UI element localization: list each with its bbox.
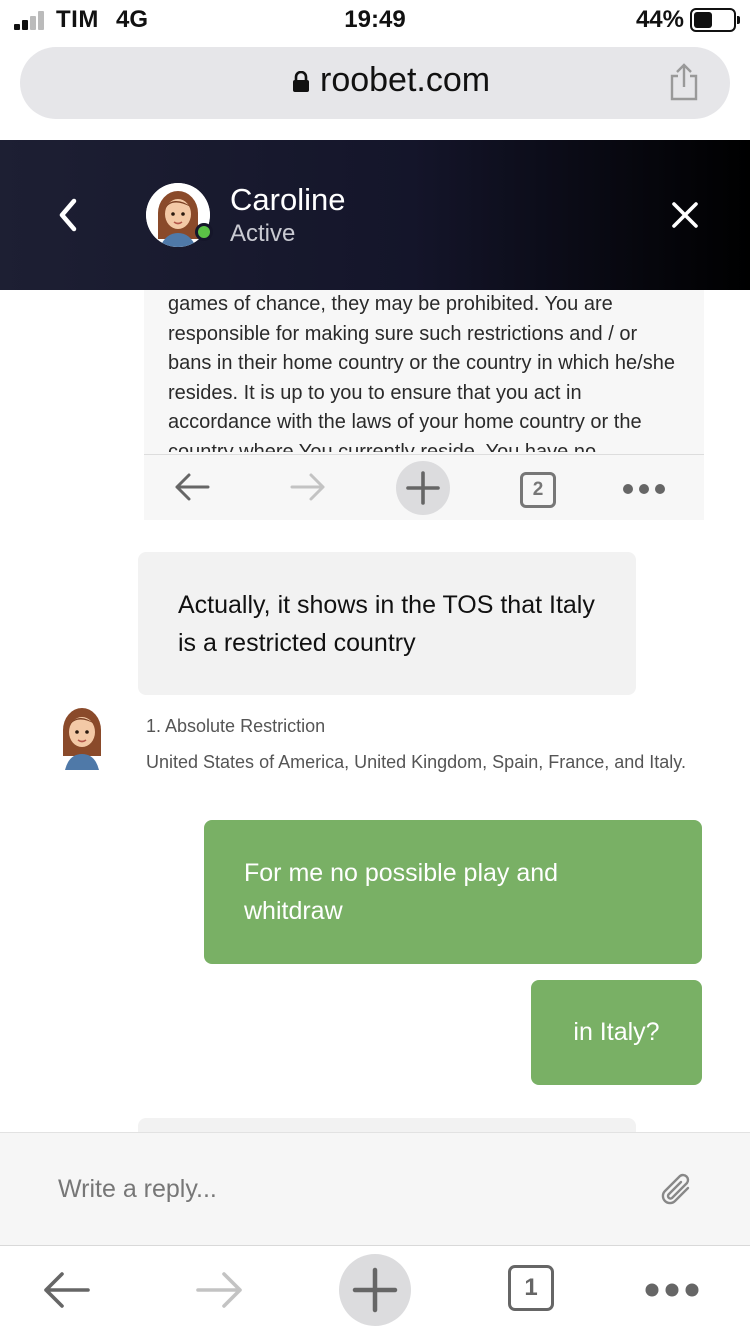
tabs-icon[interactable]: 1	[508, 1265, 554, 1311]
tos-screenshot-image[interactable]: games of chance, they may be prohibited.…	[144, 290, 704, 520]
user-message: in Italy?	[531, 980, 702, 1085]
address-bar[interactable]: roobet.com	[20, 47, 730, 119]
reply-input[interactable]	[58, 1169, 618, 1209]
forward-arrow-icon[interactable]	[194, 1268, 246, 1312]
tos-text: games of chance, they may be prohibited.…	[168, 293, 675, 452]
plus-icon	[396, 461, 450, 515]
reply-composer	[0, 1132, 750, 1246]
chat-header: Caroline Active	[0, 140, 750, 290]
url-text: roobet.com	[320, 61, 491, 99]
back-arrow-icon[interactable]	[40, 1268, 92, 1312]
close-icon[interactable]	[672, 202, 698, 228]
agent-status: Active	[230, 220, 296, 247]
tabs-icon: 2	[520, 472, 556, 508]
battery-percent: 44%	[635, 6, 684, 33]
screenshot-browser-toolbar: 2	[144, 454, 704, 520]
agent-name: Caroline	[230, 182, 346, 217]
restriction-title: 1. Absolute Restriction	[146, 716, 326, 736]
arrow-left-icon	[175, 473, 210, 501]
lock-icon	[293, 71, 309, 92]
more-icon	[623, 484, 665, 494]
paperclip-icon[interactable]	[658, 1171, 696, 1211]
new-tab-plus-icon[interactable]	[339, 1254, 411, 1326]
online-status-dot	[195, 223, 213, 241]
more-icon[interactable]	[644, 1282, 700, 1298]
user-message: For me no possible play and whitdraw	[204, 820, 702, 964]
restriction-screenshot-image[interactable]: 1. Absolute Restriction United States of…	[144, 712, 724, 782]
agent-message: Actually, it shows in the TOS that Italy…	[138, 552, 636, 695]
agent-avatar-small	[57, 706, 107, 770]
back-chevron-icon[interactable]	[50, 195, 86, 235]
browser-toolbar: 1	[0, 1246, 750, 1334]
arrow-right-icon	[290, 473, 325, 501]
battery-icon	[690, 8, 740, 32]
status-bar: TIM 4G 19:49 44%	[0, 0, 750, 40]
restriction-countries: United States of America, United Kingdom…	[146, 752, 686, 772]
share-icon[interactable]	[668, 63, 700, 101]
